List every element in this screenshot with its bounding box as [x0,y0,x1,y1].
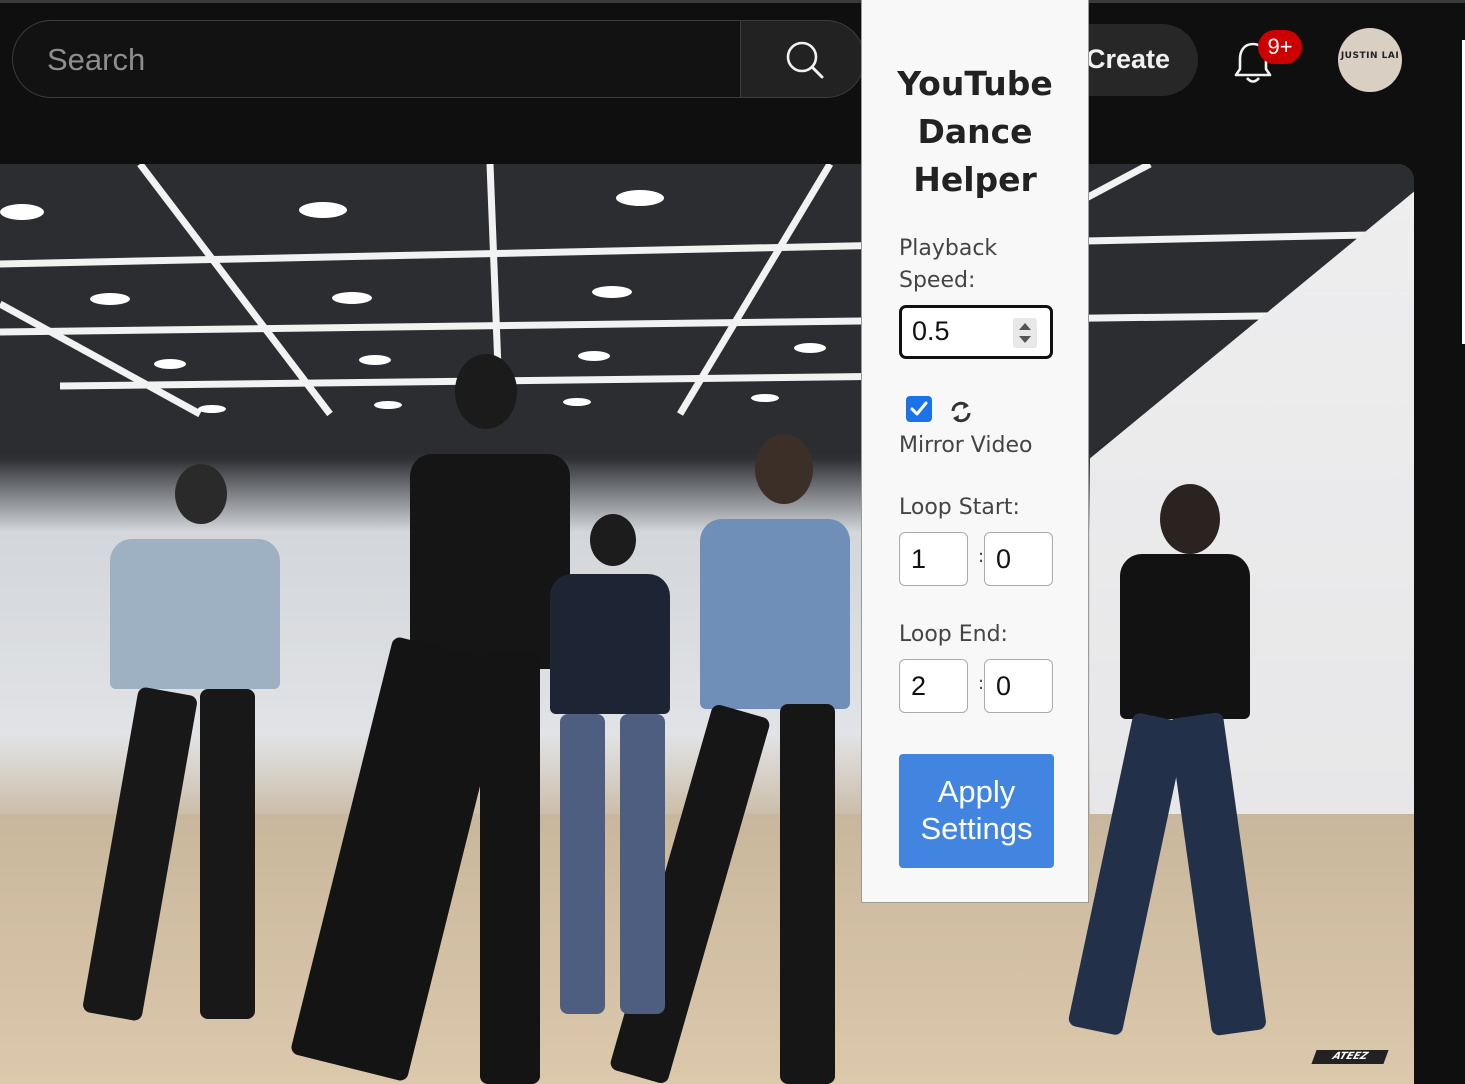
popup-title: YouTube Dance Helper [897,64,1053,199]
loop-end-seconds-value: 0 [996,671,1012,701]
apply-settings-button[interactable]: Apply Settings [899,754,1054,868]
loop-start-minutes-value: 1 [911,544,927,574]
search-box[interactable] [12,20,742,99]
playback-speed-value: 0.5 [912,316,950,346]
search-input[interactable] [45,21,729,99]
loop-end-minutes-value: 2 [911,671,927,701]
loop-start-seconds-input[interactable]: 0 [984,532,1053,586]
loop-end-label: Loop End: [899,622,1008,647]
playback-speed-label: Playback Speed: [899,236,998,293]
checkmark-icon [910,401,928,416]
playback-speed-input[interactable]: 0.5 [899,305,1053,359]
search-button[interactable] [740,20,865,98]
loop-start-label: Loop Start: [899,495,1020,520]
search-icon [786,41,824,79]
avatar[interactable]: JUSTIN LAI [1338,28,1402,92]
mirror-label: Mirror Video [899,433,1033,458]
loop-start-seconds-value: 0 [996,544,1012,574]
loop-start-minutes-input[interactable]: 1 [899,532,968,586]
create-label: Create [1086,44,1171,74]
loop-end-minutes-input[interactable]: 2 [899,659,968,713]
notification-badge: 9+ [1258,30,1302,64]
top-border [0,0,1465,3]
channel-watermark: ATEEZ [1311,1050,1389,1064]
spinner-arrows-icon[interactable] [1013,318,1037,348]
video-player[interactable]: ATEEZ [0,164,1414,1084]
dance-helper-popup: YouTube Dance Helper Playback Speed: 0.5… [861,0,1089,903]
loop-end-seconds-input[interactable]: 0 [984,659,1053,713]
mirror-checkbox[interactable] [906,396,932,422]
sync-icon [951,401,971,423]
